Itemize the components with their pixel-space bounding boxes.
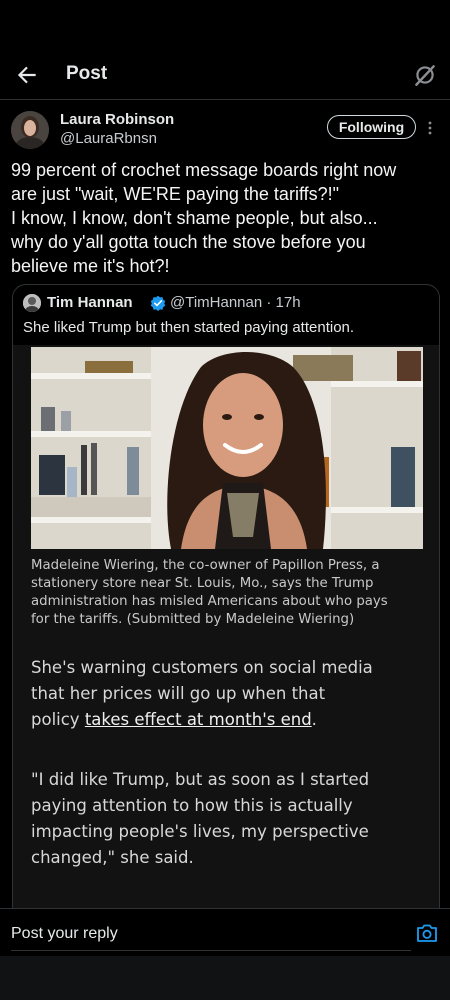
article-paragraph-2: "I did like Trump, but as soon as I star… <box>31 767 431 871</box>
article-screenshot: Madeleine Wiering, the co-owner of Papil… <box>13 345 439 923</box>
caption-line: stationery store near St. Louis, Mo., sa… <box>31 576 374 591</box>
article-paragraph-1: She's warning customers on social media … <box>31 655 431 733</box>
article-link[interactable]: takes effect at month's end <box>85 710 312 729</box>
photo-caption: Madeleine Wiering, the co-owner of Papil… <box>31 557 427 629</box>
paragraph-line: She's warning customers on social media <box>31 658 373 677</box>
paragraph-line: impacting people's lives, my perspective <box>31 822 369 841</box>
camera-icon[interactable] <box>416 923 438 943</box>
caption-line: for the tariffs. (Submitted by Madeleine… <box>31 612 355 627</box>
reply-input[interactable]: Post your reply <box>11 925 118 943</box>
post-author: Laura Robinson @LauraRbnsn Following <box>0 108 450 152</box>
more-options-icon[interactable] <box>424 118 436 138</box>
caption-line: Madeleine Wiering, the co-owner of Papil… <box>31 558 380 573</box>
paragraph-line: that her prices will go up when that <box>31 684 326 703</box>
system-navigation-bar <box>0 956 450 1000</box>
verified-badge-icon <box>150 295 166 311</box>
caption-line: administration has misled Americans abou… <box>31 594 388 609</box>
grok-icon[interactable] <box>412 62 438 88</box>
quote-avatar <box>23 294 41 312</box>
avatar[interactable] <box>11 111 49 149</box>
quote-header: Tim Hannan @TimHannan · 17h <box>23 293 433 315</box>
paragraph-line: paying attention to how this is actually <box>31 796 353 815</box>
author-handle[interactable]: @LauraRbnsn <box>60 130 157 147</box>
following-button[interactable]: Following <box>327 115 416 139</box>
quoted-post[interactable]: Tim Hannan @TimHannan · 17h She liked Tr… <box>12 284 440 924</box>
page-title: Post <box>66 63 108 84</box>
post-text-line: are just "wait, WE'RE paying the tariffs… <box>11 184 340 204</box>
article-photo <box>31 347 423 549</box>
post-text-line: why do y'all gotta touch the stove befor… <box>11 232 366 252</box>
paragraph-line: policy takes effect at month's end. <box>31 707 431 733</box>
post-text-line: 99 percent of crochet message boards rig… <box>11 160 397 180</box>
post-text-line: believe me it's hot?! <box>11 256 170 276</box>
quote-author-name: Tim Hannan <box>47 294 133 311</box>
author-name[interactable]: Laura Robinson <box>60 111 174 128</box>
paragraph-text: policy <box>31 710 85 729</box>
post-text: 99 percent of crochet message boards rig… <box>11 158 443 278</box>
reply-divider <box>11 950 411 951</box>
paragraph-line: changed," she said. <box>31 848 194 867</box>
reply-bar: Post your reply <box>0 908 450 956</box>
arrow-left-icon[interactable] <box>14 62 40 88</box>
post-text-line: I know, I know, don't shame people, but … <box>11 208 378 228</box>
paragraph-line: "I did like Trump, but as soon as I star… <box>31 770 370 789</box>
top-bar: Post <box>0 50 450 100</box>
paragraph-text: . <box>311 710 317 729</box>
quote-text: She liked Trump but then started paying … <box>23 319 355 336</box>
quote-handle-time: @TimHannan · 17h <box>170 294 301 311</box>
